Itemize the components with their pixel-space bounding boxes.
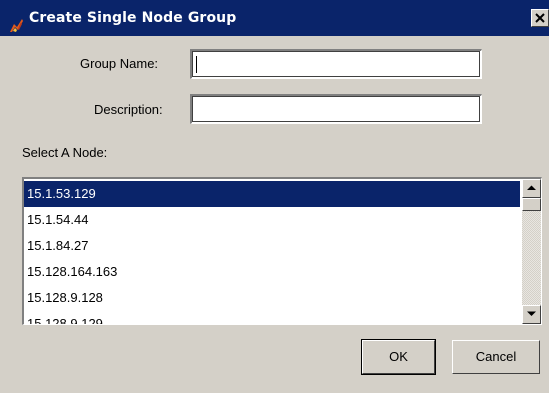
- node-list: 15.1.53.129 15.1.54.44 15.1.84.27 15.128…: [24, 181, 520, 324]
- description-field[interactable]: [190, 94, 482, 124]
- close-button[interactable]: [531, 9, 549, 27]
- create-node-group-dialog: Create Single Node Group Group Name: Des…: [0, 0, 549, 393]
- text-caret: [196, 56, 197, 73]
- node-listbox[interactable]: 15.1.53.129 15.1.54.44 15.1.84.27 15.128…: [22, 177, 542, 325]
- group-name-field[interactable]: [190, 49, 482, 79]
- group-name-label: Group Name:: [80, 56, 159, 71]
- app-icon: [9, 11, 24, 32]
- list-item[interactable]: 15.128.9.129: [24, 311, 520, 324]
- close-icon: [535, 13, 545, 23]
- window-title: Create Single Node Group: [29, 10, 237, 26]
- description-label: Description:: [94, 102, 163, 117]
- list-item[interactable]: 15.1.84.27: [24, 233, 520, 259]
- title-bar[interactable]: Create Single Node Group: [0, 0, 549, 36]
- scroll-down-button[interactable]: [522, 305, 541, 324]
- list-item[interactable]: 15.1.53.129: [24, 181, 520, 207]
- scroll-thumb[interactable]: [522, 198, 541, 211]
- scroll-up-button[interactable]: [522, 179, 541, 198]
- cancel-button[interactable]: Cancel: [452, 340, 540, 374]
- select-node-label: Select A Node:: [22, 145, 108, 160]
- list-item[interactable]: 15.128.164.163: [24, 259, 520, 285]
- arrow-up-icon: [527, 185, 536, 190]
- vertical-scrollbar[interactable]: [522, 179, 541, 324]
- ok-button[interactable]: OK: [361, 339, 436, 375]
- arrow-down-icon: [527, 311, 536, 316]
- list-item[interactable]: 15.1.54.44: [24, 207, 520, 233]
- list-item[interactable]: 15.128.9.128: [24, 285, 520, 311]
